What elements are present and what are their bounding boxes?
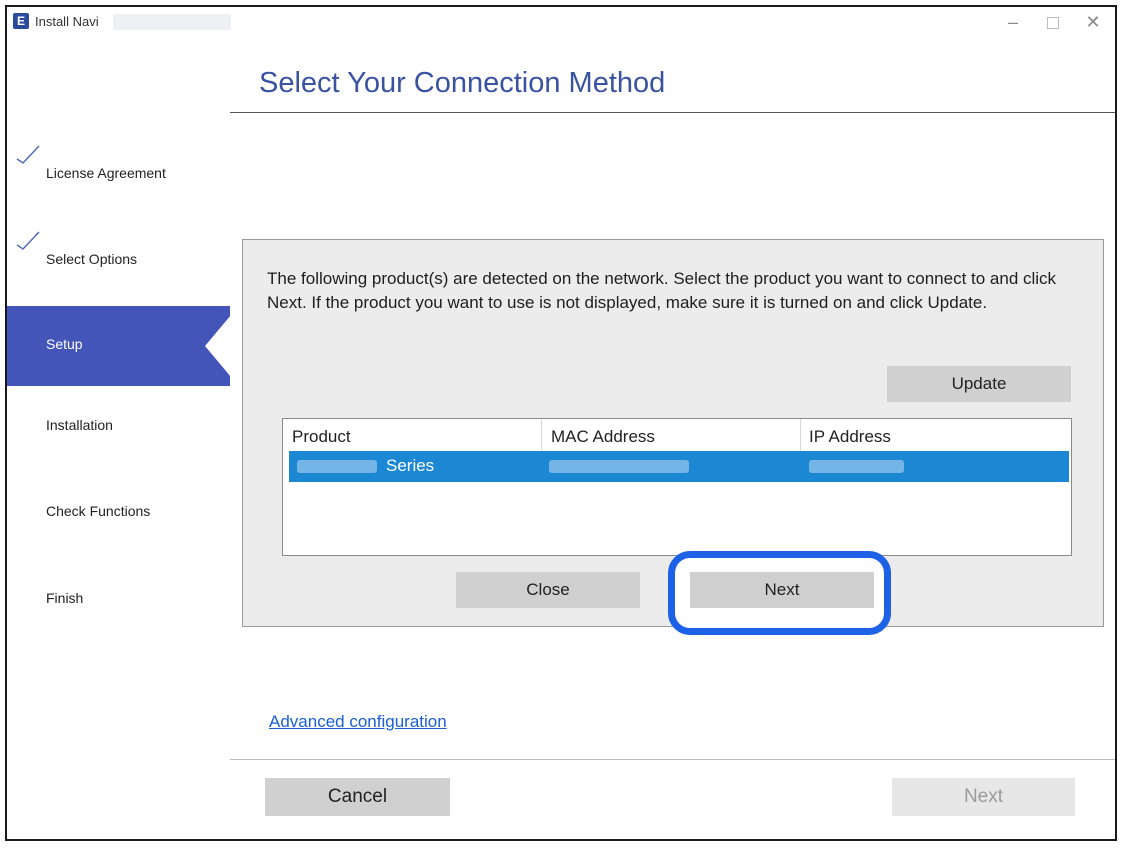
update-button-label: Update <box>951 374 1007 393</box>
next-button-label: Next <box>764 580 800 599</box>
step-installation: Installation <box>7 393 230 473</box>
ip-address-redacted <box>809 460 904 473</box>
title-divider <box>230 112 1115 113</box>
step-select-options: Select Options <box>7 221 230 301</box>
app-icon: E <box>13 13 29 29</box>
update-button[interactable]: Update <box>887 366 1071 402</box>
maximize-button[interactable] <box>1035 9 1071 35</box>
detection-panel: The following product(s) are detected on… <box>242 239 1104 635</box>
step-label: Finish <box>46 590 84 606</box>
step-label: License Agreement <box>46 165 166 181</box>
footer-next-button-disabled[interactable]: Next <box>892 778 1075 816</box>
product-table: Product MAC Address IP Address Series <box>282 418 1072 556</box>
table-row[interactable]: Series <box>289 451 1069 482</box>
instructions-text: The following product(s) are detected on… <box>267 269 1057 312</box>
next-button[interactable]: Next <box>690 572 874 608</box>
installer-window: E Install Navi – ✕ License Agreement Sel… <box>5 5 1117 841</box>
footer-divider <box>230 759 1115 760</box>
product-series: Series <box>386 456 435 475</box>
step-label: Check Functions <box>46 503 151 519</box>
step-finish: Finish <box>7 566 230 646</box>
column-header-mac[interactable]: MAC Address <box>551 427 655 447</box>
window-title: Install Navi <box>35 14 99 29</box>
page-title: Select Your Connection Method <box>259 67 666 99</box>
step-check-functions: Check Functions <box>7 479 230 559</box>
step-label: Setup <box>46 336 83 352</box>
window-title-redacted <box>113 14 231 30</box>
close-button-label: Close <box>526 580 570 599</box>
maximize-icon <box>1047 17 1059 29</box>
mac-address-redacted <box>549 460 689 473</box>
footer-next-button-label: Next <box>963 786 1004 807</box>
checkmark-icon <box>16 231 40 250</box>
cancel-button[interactable]: Cancel <box>265 778 450 816</box>
cancel-button-label: Cancel <box>327 786 388 807</box>
step-license-agreement: License Agreement <box>7 135 230 215</box>
steps-sidebar: License Agreement Select Options Setup I… <box>7 38 231 839</box>
checkmark-icon <box>16 145 40 164</box>
product-name-redacted <box>297 460 377 473</box>
column-header-product[interactable]: Product <box>292 427 351 447</box>
title-bar: E Install Navi – ✕ <box>7 7 1115 38</box>
step-setup: Setup <box>7 306 231 386</box>
step-label: Installation <box>46 417 113 433</box>
column-header-ip[interactable]: IP Address <box>809 427 891 447</box>
column-separator <box>800 419 801 451</box>
close-window-button[interactable]: ✕ <box>1075 9 1111 35</box>
close-button[interactable]: Close <box>456 572 640 608</box>
step-label: Select Options <box>46 251 138 267</box>
minimize-button[interactable]: – <box>995 9 1031 35</box>
advanced-configuration-link[interactable]: Advanced configuration <box>269 712 447 732</box>
active-step-pointer <box>205 315 231 377</box>
column-separator <box>541 419 542 451</box>
